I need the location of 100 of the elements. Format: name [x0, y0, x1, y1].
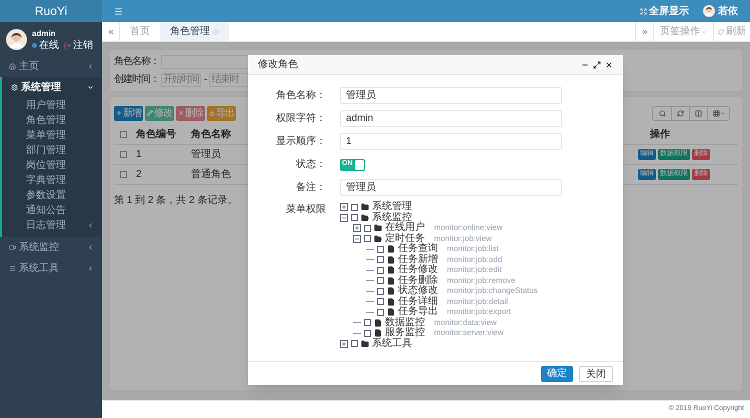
tree-label[interactable]: 任务详细 [398, 296, 438, 307]
tree-label[interactable]: 任务删除 [398, 276, 438, 286]
chevron-icon [87, 222, 94, 229]
field-label: 创建时间： [114, 72, 159, 87]
range-separator: - [203, 73, 208, 87]
logo: RuoYi [0, 0, 102, 22]
submenu-item[interactable]: 菜单管理 [26, 128, 94, 143]
expand-toggle[interactable] [340, 203, 348, 212]
refresh-icon [718, 28, 724, 34]
checkbox[interactable] [364, 319, 371, 326]
checkbox[interactable] [364, 330, 371, 337]
tree-label[interactable]: 任务新增 [398, 254, 438, 265]
expand-toggle[interactable] [340, 340, 348, 348]
menu-label: 系统管理 [21, 80, 62, 95]
permission-key: monitor:online:view [434, 223, 502, 234]
close-button[interactable]: 关闭 [579, 366, 613, 382]
collapse-toggle[interactable] [340, 214, 348, 222]
collapse-toggle[interactable] [353, 234, 361, 243]
tree-label[interactable]: 任务修改 [398, 265, 438, 276]
menu-label: 系统工具 [19, 262, 60, 276]
tree-label[interactable]: 任务查询 [398, 244, 438, 254]
table-cell-text: 普通角色 [191, 168, 232, 182]
checkbox[interactable] [364, 235, 371, 242]
row-checkbox[interactable] [120, 151, 127, 158]
input-field[interactable]: 1 [340, 133, 562, 150]
submenu-item[interactable]: 部门管理 [26, 143, 94, 158]
minus-icon [341, 214, 347, 221]
field-label: 状态： [295, 158, 327, 172]
tree-label[interactable]: 服务监控 [385, 328, 425, 338]
tab[interactable]: 角色管理 [160, 22, 229, 41]
checkbox[interactable] [377, 298, 384, 306]
user-avatar [6, 28, 27, 50]
button-icon [209, 110, 215, 116]
chevron-icon [87, 84, 94, 91]
user-name[interactable]: 若依 [718, 4, 738, 18]
column-header: 操作 [650, 128, 671, 142]
menu-item[interactable]: 系统监控 [0, 237, 102, 258]
user-avatar [703, 5, 715, 17]
file-icon [374, 329, 382, 338]
checkbox[interactable] [377, 288, 384, 295]
tree-label[interactable]: 数据监控 [385, 318, 425, 328]
field-label: 显示顺序： [275, 134, 327, 149]
permission-key: monitor:job:view [434, 234, 492, 244]
submenu-item[interactable]: 参数设置 [26, 188, 94, 203]
menu-label: 主页 [19, 60, 40, 74]
user-name: admin [32, 28, 57, 40]
maximize-icon[interactable] [593, 60, 601, 68]
close-icon[interactable] [605, 60, 613, 68]
checkbox[interactable] [351, 340, 358, 348]
input-field[interactable]: 管理员 [340, 87, 562, 104]
submenu-item[interactable]: 通知公告 [26, 203, 94, 218]
permission-key: monitor:job:detail [447, 296, 508, 307]
submenu-item[interactable]: 岗位管理 [26, 158, 94, 173]
menu-item[interactable]: 系统工具 [0, 258, 102, 279]
double-chevron-right-icon [640, 28, 648, 36]
permission-key: monitor:job:changeStatus [447, 286, 538, 296]
row-checkbox[interactable] [120, 171, 127, 178]
column-header: 角色名称 [191, 128, 232, 142]
button-icon [116, 110, 122, 116]
tree-label[interactable]: 定时任务 [385, 234, 425, 244]
checkbox[interactable] [351, 214, 358, 222]
dialog-title: 修改角色 [258, 58, 299, 72]
menu-item[interactable]: 系统管理 [2, 77, 102, 98]
table-cell-text: 2 [136, 168, 143, 182]
field-label: 菜单权限 [285, 202, 327, 217]
checkbox[interactable] [377, 277, 384, 284]
column-header: 角色编号 [136, 128, 177, 142]
caret-icon [701, 28, 707, 34]
checkbox[interactable] [377, 266, 384, 274]
file-icon [387, 298, 395, 306]
checkbox[interactable] [377, 308, 384, 316]
checkbox[interactable] [377, 256, 384, 264]
permission-key: monitor:job:list [447, 244, 499, 254]
expand-toggle[interactable] [353, 224, 361, 232]
tree-label[interactable]: 在线用户 [385, 223, 425, 234]
input-field[interactable]: 管理员 [340, 179, 562, 196]
tree-label[interactable]: 系统工具 [372, 338, 412, 349]
fullscreen-icon [640, 8, 647, 14]
confirm-button[interactable]: 确定 [541, 366, 573, 382]
permission-key: monitor:job:edit [447, 265, 502, 276]
tree-label[interactable]: 系统管理 [372, 202, 412, 212]
submenu-item[interactable]: 日志管理 [26, 218, 87, 233]
checkbox[interactable] [364, 224, 371, 232]
input-field[interactable]: admin [340, 110, 562, 127]
checkbox[interactable] [351, 204, 358, 211]
toolbar-button[interactable]: 新增 [114, 106, 143, 120]
chevron-icon [87, 265, 94, 272]
tree-label[interactable]: 任务导出 [398, 307, 438, 318]
select-all-checkbox[interactable] [120, 131, 127, 138]
logout-link[interactable]: 注销 [73, 40, 93, 50]
fullscreen-button[interactable]: 全屏显示 [649, 4, 689, 18]
menu-item[interactable]: 主页 [0, 56, 102, 77]
table-cell-text: 管理员 [191, 148, 222, 162]
tree-label[interactable]: 系统监控 [372, 212, 412, 223]
submenu-item[interactable]: 用户管理 [26, 98, 94, 113]
submenu-item[interactable]: 角色管理 [26, 113, 94, 128]
file-icon [387, 276, 395, 285]
checkbox[interactable] [377, 246, 384, 253]
submenu-item[interactable]: 字典管理 [26, 173, 94, 188]
tree-label[interactable]: 状态修改 [398, 286, 438, 296]
